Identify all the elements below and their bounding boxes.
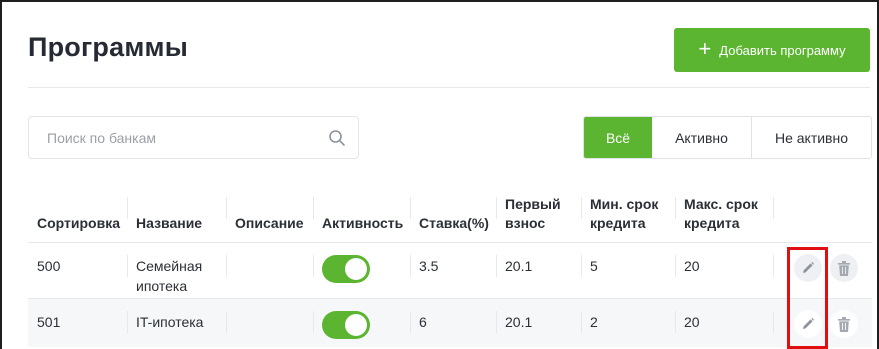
column-header-max-term[interactable]: Макс. срок кредита xyxy=(675,195,773,243)
cell-rate: 6 xyxy=(410,298,496,347)
status-filter: Всё Активно Не активно xyxy=(583,116,872,159)
column-header-sort[interactable]: Сортировка xyxy=(28,195,127,243)
cell-actions xyxy=(773,242,872,299)
filter-inactive[interactable]: Не активно xyxy=(752,117,871,158)
cell-description xyxy=(226,242,313,299)
cell-activity xyxy=(313,242,410,299)
window-border-top xyxy=(0,0,879,2)
search-icon[interactable] xyxy=(328,129,346,147)
table-row: 501 IT-ипотека 6 20.1 2 20 xyxy=(28,298,872,347)
search-input[interactable] xyxy=(45,128,328,147)
edit-button[interactable] xyxy=(794,254,822,282)
trash-icon xyxy=(838,316,850,332)
delete-button[interactable] xyxy=(830,310,858,338)
add-program-button[interactable]: + Добавить программу xyxy=(674,28,870,72)
cell-first-payment: 20.1 xyxy=(496,298,581,347)
table-row: 500 Семейная ипотека 3.5 20.1 5 20 xyxy=(28,242,872,299)
toggle-knob xyxy=(345,258,367,280)
filter-all[interactable]: Всё xyxy=(584,117,652,158)
pencil-icon xyxy=(803,317,815,329)
cell-activity xyxy=(313,298,410,347)
add-program-label: Добавить программу xyxy=(719,42,846,58)
activity-toggle[interactable] xyxy=(322,311,370,339)
column-header-description[interactable]: Описание xyxy=(226,195,313,243)
column-header-min-term[interactable]: Мин. срок кредита xyxy=(581,195,675,243)
pencil-icon xyxy=(803,261,815,273)
trash-icon xyxy=(838,260,850,276)
column-header-first-payment[interactable]: Первый взнос xyxy=(496,195,581,243)
edit-button[interactable] xyxy=(794,310,822,338)
bank-search[interactable] xyxy=(28,116,359,159)
cell-actions xyxy=(773,298,872,347)
table-header-row: Сортировка Название Описание Активность … xyxy=(28,195,872,243)
cell-sort: 500 xyxy=(28,242,127,299)
cell-min-term: 5 xyxy=(581,242,675,299)
cell-max-term: 20 xyxy=(675,298,773,347)
header-divider xyxy=(28,87,870,88)
cell-sort: 501 xyxy=(28,298,127,347)
column-header-rate[interactable]: Ставка(%) xyxy=(410,195,496,243)
column-header-name[interactable]: Название xyxy=(127,195,226,243)
cell-name: Семейная ипотека xyxy=(127,242,226,299)
cell-description xyxy=(226,298,313,347)
cell-first-payment: 20.1 xyxy=(496,242,581,299)
column-header-activity[interactable]: Активность xyxy=(313,195,410,243)
window-border-left xyxy=(0,0,2,349)
delete-button[interactable] xyxy=(830,254,858,282)
filter-active[interactable]: Активно xyxy=(652,117,752,158)
cell-rate: 3.5 xyxy=(410,242,496,299)
cell-name: IT-ипотека xyxy=(127,298,226,347)
cell-min-term: 2 xyxy=(581,298,675,347)
column-header-actions xyxy=(773,195,872,243)
plus-icon: + xyxy=(698,36,712,61)
programs-table: Сортировка Название Описание Активность … xyxy=(28,195,872,347)
cell-max-term: 20 xyxy=(675,242,773,299)
page-title: Программы xyxy=(28,32,188,62)
activity-toggle[interactable] xyxy=(322,255,370,283)
toggle-knob xyxy=(345,314,367,336)
